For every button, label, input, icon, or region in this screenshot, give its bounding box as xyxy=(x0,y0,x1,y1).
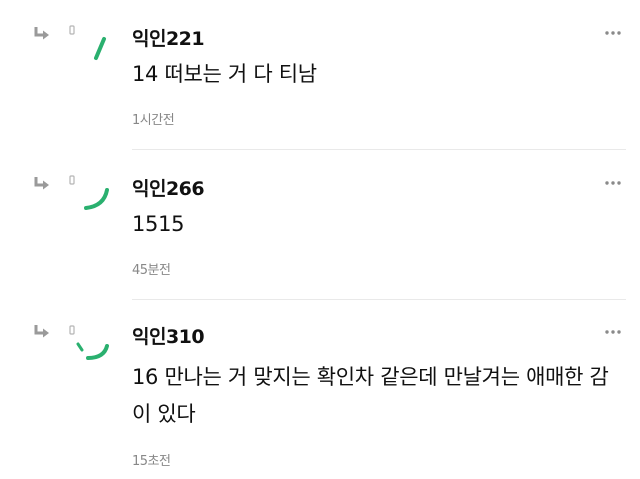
reply-arrow-icon xyxy=(34,325,49,338)
avatar xyxy=(69,325,109,360)
comment-time: 45분전 xyxy=(132,263,171,278)
comment-item: 익인266 1515 45분전 xyxy=(0,150,640,300)
comment-text: 1515 xyxy=(132,212,185,236)
comment-nickname[interactable]: 익인266 xyxy=(132,174,205,201)
comment-item: 익인310 16 만나는 거 맞지는 확인차 같은데 만날겨는 애매한 감이 있… xyxy=(0,300,640,479)
comment-time: 1시간전 xyxy=(132,113,175,128)
reply-arrow-icon xyxy=(34,27,49,40)
more-dots-icon[interactable] xyxy=(604,329,622,335)
comment-time: 15초전 xyxy=(132,454,171,469)
comment-text: 16 만나는 거 맞지는 확인차 같은데 만날겨는 애매한 감이 있다 xyxy=(132,365,609,426)
comment-nickname[interactable]: 익인310 xyxy=(132,322,205,349)
reply-arrow-icon xyxy=(34,177,49,190)
avatar xyxy=(69,25,106,60)
more-dots-icon[interactable] xyxy=(604,180,622,186)
comment-item: 익인221 14 떠보는 거 다 티남 1시간전 xyxy=(0,0,640,150)
avatar xyxy=(69,175,109,210)
more-dots-icon[interactable] xyxy=(604,30,622,36)
comment-text: 14 떠보는 거 다 티남 xyxy=(132,62,317,86)
comment-nickname[interactable]: 익인221 xyxy=(132,24,205,51)
